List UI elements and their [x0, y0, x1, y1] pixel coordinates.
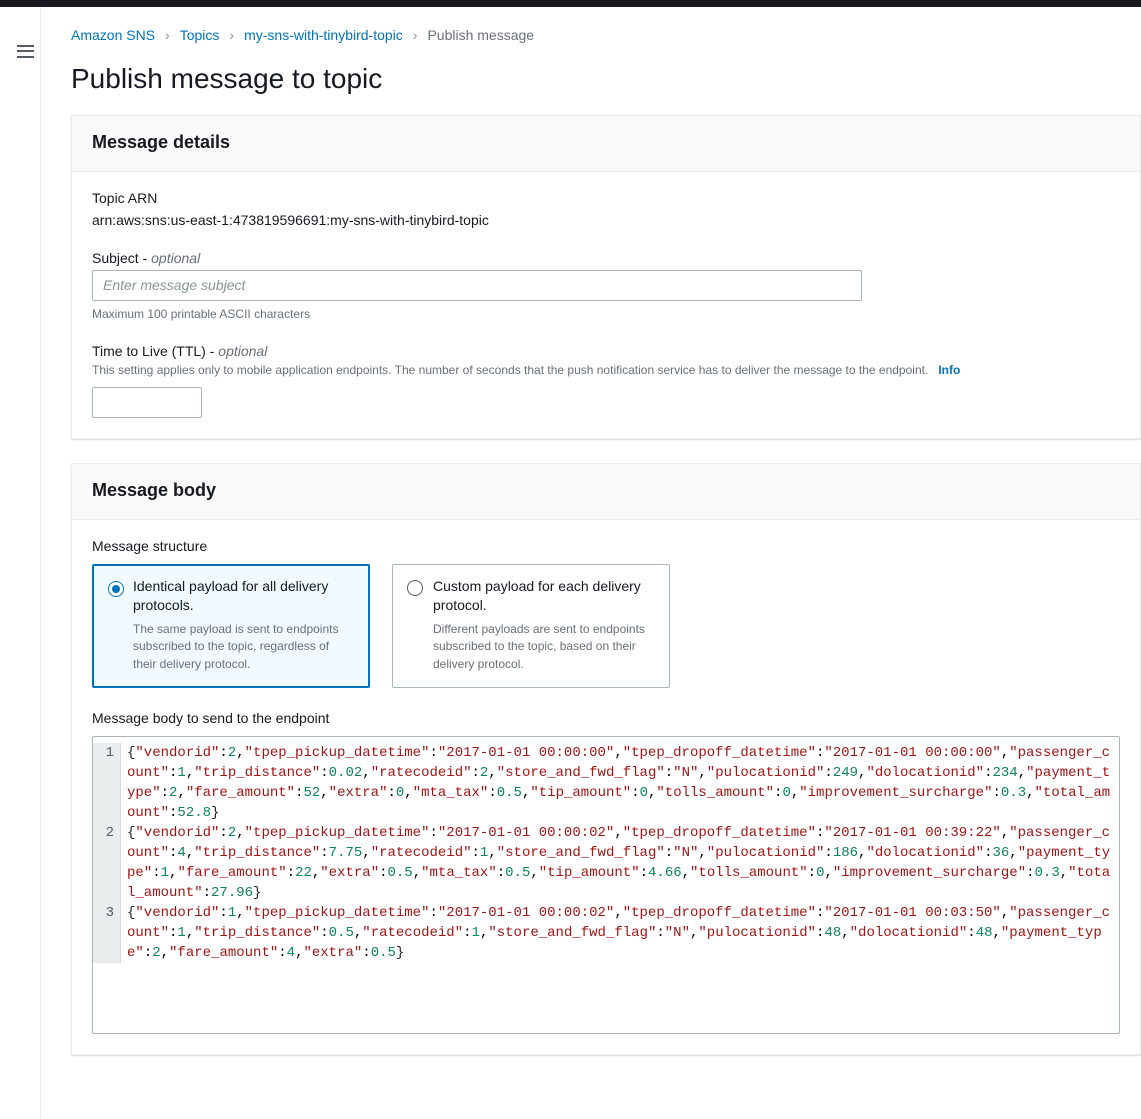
- code-line[interactable]: {"vendorid":2,"tpep_pickup_datetime":"20…: [121, 823, 1119, 903]
- subject-label: Subject - optional: [92, 250, 1120, 266]
- breadcrumb-root[interactable]: Amazon SNS: [71, 27, 155, 43]
- breadcrumb: Amazon SNS › Topics › my-sns-with-tinybi…: [71, 27, 1141, 43]
- topic-arn-value: arn:aws:sns:us-east-1:473819596691:my-sn…: [92, 212, 1120, 228]
- subject-hint: Maximum 100 printable ASCII characters: [92, 307, 1120, 321]
- subject-input[interactable]: [92, 270, 862, 301]
- panel-header-body: Message body: [72, 464, 1140, 520]
- top-header: [0, 0, 1141, 7]
- ttl-info-link[interactable]: Info: [938, 363, 960, 377]
- page-title: Publish message to topic: [71, 63, 1141, 95]
- message-body-code-editor[interactable]: 1{"vendorid":2,"tpep_pickup_datetime":"2…: [92, 736, 1120, 1034]
- panel-message-body: Message body Message structure Identical…: [71, 463, 1141, 1055]
- topic-arn-label: Topic ARN: [92, 190, 1120, 206]
- radio-dot-icon: [407, 580, 423, 596]
- ttl-input[interactable]: [92, 387, 202, 418]
- main-content: Amazon SNS › Topics › my-sns-with-tinybi…: [40, 7, 1141, 1119]
- code-line[interactable]: {"vendorid":2,"tpep_pickup_datetime":"20…: [121, 743, 1119, 823]
- menu-icon: [17, 45, 34, 58]
- ttl-label: Time to Live (TTL) - optional: [92, 343, 1120, 359]
- sidebar-toggle[interactable]: [5, 31, 45, 71]
- radio-identical-desc: The same payload is sent to endpoints su…: [133, 621, 355, 673]
- code-gutter-line: 3: [93, 903, 121, 963]
- breadcrumb-topics[interactable]: Topics: [180, 27, 220, 43]
- radio-custom-desc: Different payloads are sent to endpoints…: [433, 621, 655, 673]
- chevron-right-icon: ›: [413, 27, 418, 43]
- radio-dot-icon: [108, 581, 124, 597]
- panel-header-details: Message details: [72, 116, 1140, 172]
- radio-identical-payload[interactable]: Identical payload for all delivery proto…: [92, 564, 370, 688]
- breadcrumb-topic-name[interactable]: my-sns-with-tinybird-topic: [244, 27, 403, 43]
- chevron-right-icon: ›: [229, 27, 234, 43]
- radio-identical-title: Identical payload for all delivery proto…: [133, 577, 355, 615]
- code-gutter-line: 1: [93, 743, 121, 823]
- message-structure-label: Message structure: [92, 538, 1120, 554]
- chevron-right-icon: ›: [165, 27, 170, 43]
- ttl-hint: This setting applies only to mobile appl…: [92, 363, 928, 377]
- message-body-endpoint-label: Message body to send to the endpoint: [92, 710, 1120, 726]
- radio-custom-payload[interactable]: Custom payload for each delivery protoco…: [392, 564, 670, 688]
- breadcrumb-current: Publish message: [427, 27, 534, 43]
- code-line[interactable]: {"vendorid":1,"tpep_pickup_datetime":"20…: [121, 903, 1119, 963]
- code-gutter-line: 2: [93, 823, 121, 903]
- panel-message-details: Message details Topic ARN arn:aws:sns:us…: [71, 115, 1141, 439]
- radio-custom-title: Custom payload for each delivery protoco…: [433, 577, 655, 615]
